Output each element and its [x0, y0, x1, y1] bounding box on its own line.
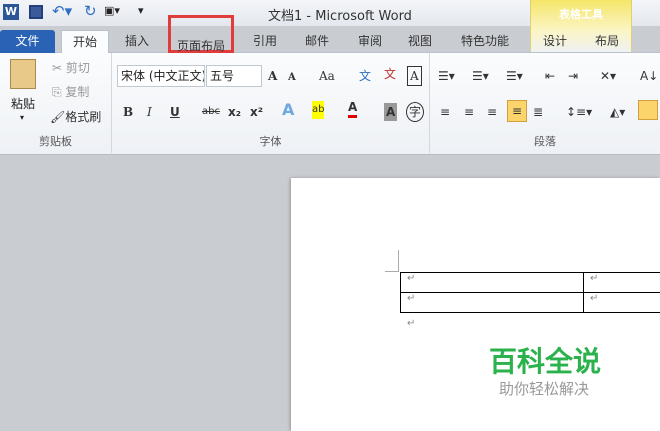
highlight-icon[interactable]: ab [312, 101, 325, 119]
tab-mailings[interactable]: 邮件 [297, 30, 337, 53]
tab-table-layout[interactable]: 布局 [587, 30, 627, 53]
numbering-icon[interactable]: ☰▾ [472, 67, 489, 85]
table-tools-label: 表格工具 [559, 8, 603, 21]
paste-icon[interactable] [10, 59, 36, 89]
superscript-button[interactable]: x² [250, 103, 263, 121]
watermark-subtitle: 助你轻松解决 [499, 380, 590, 398]
tab-home[interactable]: 开始 [61, 30, 109, 53]
paragraph-group: ☰▾ ☰▾ ☰▾ ⇤ ⇥ ✕▾ A↓ ≡ ≡ ≡ ≡ ≣ ↕≡▾ ◭▾ 段落 [430, 53, 660, 153]
text-effects-icon[interactable]: A [282, 101, 294, 119]
table-cell[interactable]: ↵ [400, 292, 584, 313]
copy-label: 复制 [65, 85, 90, 99]
undo-icon[interactable]: ↶▾ [52, 2, 72, 20]
enclose-char-icon[interactable]: 字 [406, 102, 424, 122]
table-row: ↵ ↵ [400, 292, 660, 313]
bullets-icon[interactable]: ☰▾ [438, 67, 455, 85]
distributed-icon[interactable]: ≣ [533, 103, 543, 121]
shading-icon[interactable]: ◭▾ [610, 103, 625, 121]
tab-insert[interactable]: 插入 [115, 30, 159, 53]
borders-icon[interactable] [638, 100, 658, 120]
underline-button[interactable]: U [170, 103, 180, 121]
tab-special-features[interactable]: 特色功能 [452, 30, 518, 53]
char-border-icon[interactable]: A [407, 66, 422, 86]
justify-icon[interactable]: ≡ [507, 100, 528, 122]
ribbon: 粘贴 ▾ ✂ 剪切 ⎘ 复制 🖌格式刷 剪贴板 宋体 (中文正文) 五号 A A… [0, 53, 660, 155]
phonetic-icon[interactable]: 文 [359, 67, 371, 85]
table-row: ↵ ↵ [400, 272, 660, 293]
tab-review[interactable]: 审阅 [350, 30, 390, 53]
tab-table-design[interactable]: 设计 [535, 30, 575, 53]
format-painter-button[interactable]: 🖌格式刷 [50, 108, 101, 126]
increase-indent-icon[interactable]: ⇥ [568, 67, 578, 85]
document-table[interactable]: ↵ ↵ ↵ ↵ [400, 272, 660, 313]
bold-button[interactable]: B [123, 103, 133, 121]
font-color-icon[interactable]: A [348, 100, 358, 118]
decrease-indent-icon[interactable]: ⇤ [545, 67, 555, 85]
align-left-icon[interactable]: ≡ [440, 103, 450, 121]
tab-view[interactable]: 视图 [400, 30, 440, 53]
customize-toolbar-icon[interactable]: ▾ [138, 4, 144, 17]
margin-corner-mark [385, 250, 399, 272]
word-app-icon: W [3, 4, 19, 20]
save-icon[interactable] [29, 5, 43, 19]
font-group: 宋体 (中文正文) 五号 A A Aa 文 文 A B I U abc x₂ x… [112, 53, 430, 153]
table-cell[interactable]: ↵ [583, 292, 660, 313]
align-right-icon[interactable]: ≡ [487, 103, 497, 121]
line-spacing-icon[interactable]: ↕≡▾ [566, 103, 592, 121]
table-cell[interactable]: ↵ [400, 272, 584, 293]
subscript-button[interactable]: x₂ [228, 103, 241, 121]
clipboard-group-label: 剪贴板 [39, 135, 72, 148]
clipboard-group: 粘贴 ▾ ✂ 剪切 ⎘ 复制 🖌格式刷 剪贴板 [0, 53, 112, 153]
document-page[interactable]: ↵ ↵ ↵ ↵ ↵ 百科全说 助你轻松解决 [291, 178, 660, 431]
paste-button[interactable]: 粘贴 [11, 95, 35, 112]
italic-button[interactable]: I [147, 103, 152, 121]
grow-font-icon[interactable]: A [268, 67, 277, 85]
char-shading-icon[interactable]: A [384, 103, 398, 121]
sort-icon[interactable]: A↓ [640, 67, 658, 85]
font-name-select[interactable]: 宋体 (中文正文) [117, 65, 205, 87]
format-painter-label: 格式刷 [65, 110, 102, 124]
copy-button[interactable]: ⎘ 复制 [52, 83, 89, 101]
paragraph-mark: ↵ [407, 318, 416, 329]
chinese-layout-icon[interactable]: ✕▾ [600, 67, 616, 85]
ribbon-tabs: 文件 开始 插入 页面布局 引用 邮件 审阅 视图 特色功能 设计 布局 [0, 15, 660, 53]
shrink-font-icon[interactable]: A [288, 69, 296, 87]
print-preview-icon[interactable]: ▣▾ [104, 4, 120, 17]
paragraph-group-label: 段落 [534, 135, 556, 148]
watermark-title: 百科全说 [489, 345, 602, 378]
cut-button[interactable]: ✂ 剪切 [52, 59, 90, 77]
change-case-icon[interactable]: Aa [319, 67, 335, 85]
paste-dropdown-icon: ▾ [20, 113, 25, 122]
multilevel-list-icon[interactable]: ☰▾ [506, 67, 523, 85]
font-group-label: 字体 [259, 135, 282, 148]
table-cell[interactable]: ↵ [583, 272, 660, 293]
pinyin-icon[interactable]: 文 [384, 65, 396, 83]
tab-file[interactable]: 文件 [0, 30, 55, 53]
font-size-select[interactable]: 五号 [206, 65, 262, 87]
redo-icon[interactable]: ↻ [84, 2, 97, 20]
tab-page-layout[interactable]: 页面布局 [168, 15, 234, 53]
tab-references[interactable]: 引用 [245, 30, 285, 53]
align-center-icon[interactable]: ≡ [464, 103, 474, 121]
cut-label: 剪切 [65, 61, 90, 75]
window-title: 文档1 - Microsoft Word [268, 9, 412, 24]
strikethrough-button[interactable]: abc [202, 103, 220, 121]
